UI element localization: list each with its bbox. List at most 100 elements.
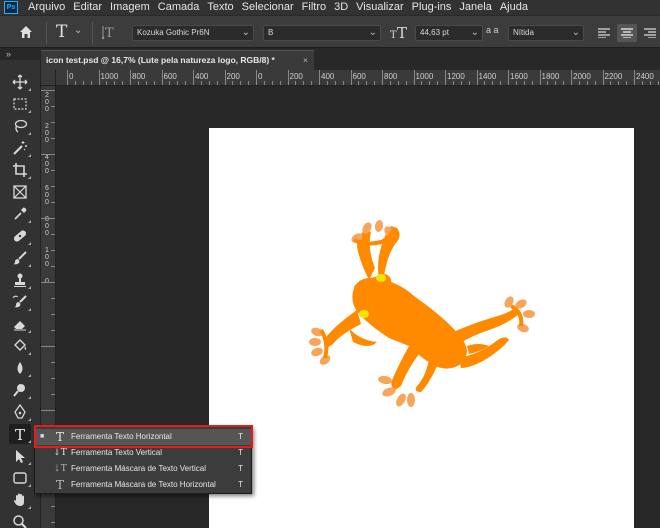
ruler-tick: [169, 81, 171, 85]
ruler-tick: [563, 81, 565, 85]
marquee-icon[interactable]: [9, 94, 31, 114]
ruler-tick: [161, 70, 163, 85]
ruler-tick: [51, 138, 55, 139]
ruler-label: 1800: [541, 72, 560, 81]
magic-wand-icon[interactable]: [9, 138, 31, 158]
ruler-tick: [602, 70, 604, 85]
ruler-tick: [114, 81, 116, 85]
antialias-select[interactable]: Nítida ⌄: [508, 25, 584, 41]
hand-icon[interactable]: [9, 490, 31, 510]
ruler-label: 0: [45, 161, 49, 168]
menu-ajuda[interactable]: Ajuda: [496, 0, 532, 15]
ruler-tick: [248, 81, 250, 85]
blur-icon[interactable]: [9, 358, 31, 378]
rectangle-icon[interactable]: [9, 468, 31, 488]
type-icon[interactable]: T: [9, 424, 31, 444]
ruler-tick: [618, 81, 620, 85]
document-tab-bar: » icon test.psd @ 16,7% (Lute pela natur…: [0, 48, 660, 70]
menu-3d[interactable]: 3D: [330, 0, 352, 15]
menu-bar: Ps Arquivo Editar Imagem Camada Texto Se…: [0, 0, 660, 15]
ruler-label: 0: [45, 223, 49, 230]
vertical-type-icon: ↓T: [53, 448, 67, 458]
move-icon[interactable]: [9, 72, 31, 92]
ruler-tick: [51, 122, 55, 123]
ruler-tick: [303, 81, 305, 85]
menu-selecionar[interactable]: Selecionar: [238, 0, 298, 15]
horizontal-type-mask-tool-item[interactable]: T Ferramenta Máscara de Texto Horizontal…: [35, 477, 251, 493]
path-selection-icon[interactable]: [9, 446, 31, 466]
document-tab[interactable]: icon test.psd @ 16,7% (Lute pela naturez…: [41, 50, 314, 70]
ruler-tick: [319, 70, 320, 85]
horizontal-ruler[interactable]: 0 1000 800 600 400 200 0 200 400 600 800 1000 1200 14…: [56, 70, 660, 86]
history-brush-icon[interactable]: [9, 292, 31, 312]
ruler-tick: [41, 410, 55, 411]
ruler-tick: [153, 81, 155, 85]
ruler-label: 200: [289, 72, 303, 81]
menu-plug-ins[interactable]: Plug-ins: [408, 0, 456, 15]
ruler-label: 0: [45, 199, 49, 206]
ruler-tick: [263, 81, 265, 85]
ruler-tick: [429, 81, 431, 85]
text-orientation-icon[interactable]: T: [101, 23, 120, 41]
ruler-label: 400: [195, 72, 209, 81]
healing-brush-icon[interactable]: [9, 226, 31, 246]
clone-stamp-icon[interactable]: [9, 270, 31, 290]
ruler-tick: [271, 81, 273, 85]
ruler-tick: [74, 81, 76, 85]
ruler-tick: [98, 70, 100, 85]
ruler-label: 0: [69, 72, 74, 81]
menu-editar[interactable]: Editar: [69, 0, 106, 15]
menu-janela[interactable]: Janela: [455, 0, 495, 15]
ruler-label: 400: [321, 72, 335, 81]
font-style-select[interactable]: B ⌄: [263, 25, 381, 41]
ruler-tick: [41, 346, 55, 347]
ruler-label: 1400: [478, 72, 497, 81]
collapse-panel-icon[interactable]: »: [6, 49, 11, 59]
ruler-tick: [342, 81, 344, 85]
horizontal-type-mask-icon: T: [55, 478, 64, 492]
ruler-tick: [492, 81, 494, 85]
ruler-label: 6: [45, 185, 49, 192]
paint-bucket-icon[interactable]: [9, 336, 31, 356]
menu-arquivo[interactable]: Arquivo: [24, 0, 69, 15]
frame-icon[interactable]: [9, 182, 31, 202]
menu-imagem[interactable]: Imagem: [106, 0, 154, 15]
ruler-tick: [51, 298, 55, 299]
frog-logo-image: [309, 220, 535, 407]
chevron-down-icon[interactable]: ⌄: [74, 25, 82, 36]
align-right-icon[interactable]: [640, 24, 660, 42]
brush-icon[interactable]: [9, 248, 31, 268]
ruler-tick: [389, 81, 391, 85]
ruler-tick: [468, 81, 470, 85]
close-icon[interactable]: ×: [303, 51, 308, 69]
dodge-icon[interactable]: [9, 380, 31, 400]
crop-icon[interactable]: [9, 160, 31, 180]
vertical-type-mask-icon: ⇣T: [53, 464, 67, 474]
menu-camada[interactable]: Camada: [154, 0, 204, 15]
zoom-icon[interactable]: [9, 512, 31, 528]
ruler-tick: [130, 70, 131, 85]
font-size-select[interactable]: 44,63 pt ⌄: [415, 25, 483, 41]
eyedropper-icon[interactable]: [9, 204, 31, 224]
ruler-tick: [232, 81, 234, 85]
menu-texto[interactable]: Texto: [203, 0, 237, 15]
document-canvas[interactable]: [209, 128, 634, 528]
font-family-select[interactable]: Kozuka Gothic Pr6N ⌄: [132, 25, 254, 41]
flyout-item-shortcut: T: [238, 480, 243, 489]
ruler-label: 2: [45, 92, 49, 99]
menu-visualizar[interactable]: Visualizar: [352, 0, 408, 15]
vertical-type-mask-tool-item[interactable]: ⇣T Ferramenta Máscara de Texto Vertical …: [35, 461, 251, 477]
align-left-icon[interactable]: [594, 24, 614, 42]
ruler-corner: [41, 70, 56, 86]
ruler-label: 1600: [510, 72, 528, 81]
eraser-icon[interactable]: [9, 314, 31, 334]
type-tool-preset-icon[interactable]: T: [56, 22, 67, 42]
home-icon[interactable]: [18, 24, 34, 45]
menu-filtro[interactable]: Filtro: [298, 0, 330, 15]
lasso-icon[interactable]: [9, 116, 31, 136]
align-center-icon[interactable]: [617, 24, 637, 42]
pen-icon[interactable]: [9, 402, 31, 422]
ruler-tick: [547, 81, 549, 85]
ruler-tick: [445, 70, 446, 85]
highlight-annotation-box: [34, 425, 253, 448]
